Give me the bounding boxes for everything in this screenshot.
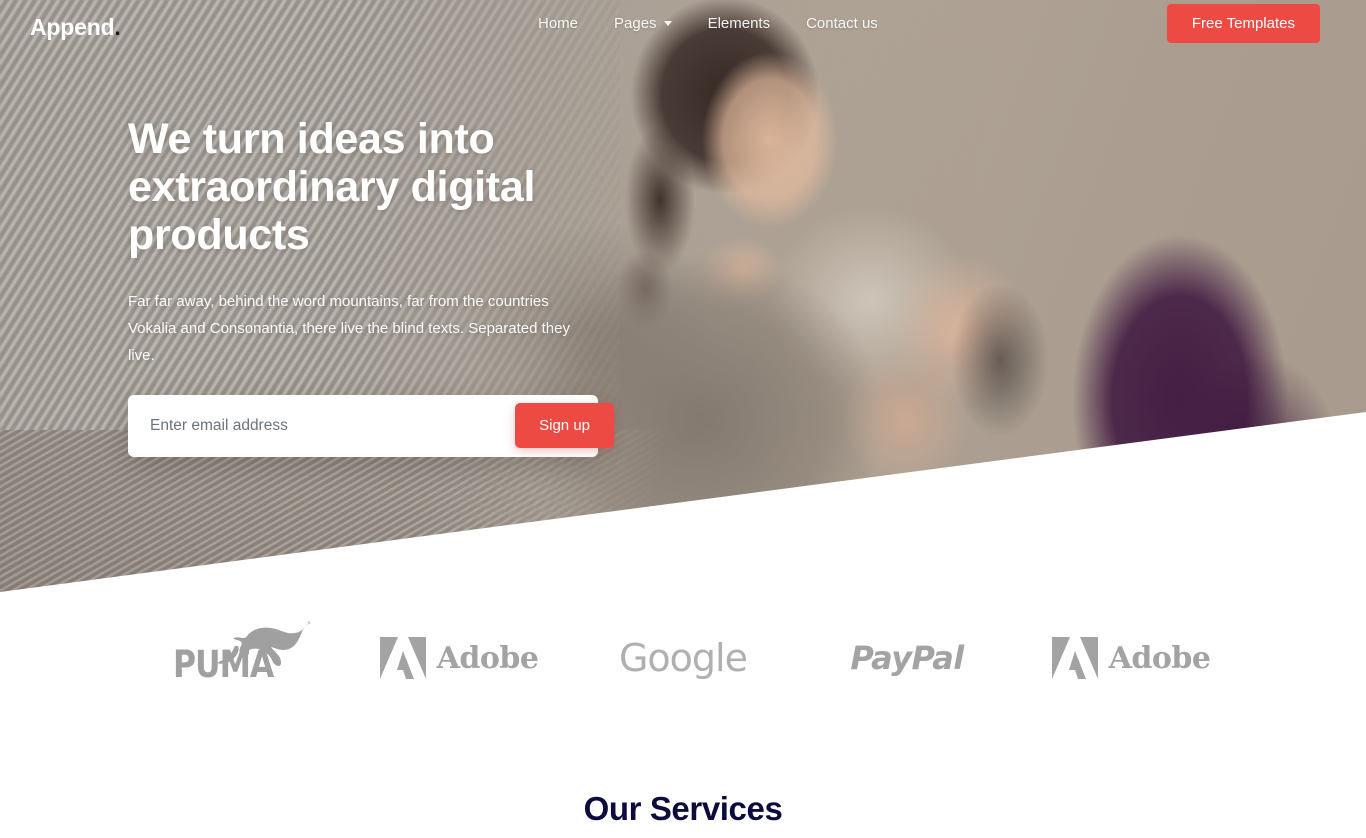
services-section: Our Services (0, 790, 1366, 828)
logo-adobe-2: Adobe (1019, 608, 1243, 708)
adobe-logo-text-2: Adobe (1108, 640, 1211, 676)
adobe-logo-1: Adobe (379, 637, 539, 679)
nav-links: Home Pages Elements Contact us (520, 15, 896, 32)
sign-up-button[interactable]: Sign up (515, 403, 614, 448)
logo-puma: PUMA (123, 608, 347, 708)
nav-item-contact-us-label: Contact us (806, 15, 878, 32)
nav-item-pages[interactable]: Pages (596, 15, 690, 32)
logo-google: Google (571, 608, 795, 708)
brand-logo[interactable]: Append. (30, 14, 121, 41)
brand-logo-name: Append (30, 14, 115, 40)
nav-item-pages-label: Pages (614, 15, 657, 32)
client-logos-row: PUMA Adobe Google PayPal Adobe (0, 608, 1366, 708)
google-logo-text: Google (618, 636, 748, 680)
services-title: Our Services (583, 790, 783, 827)
email-input[interactable] (150, 417, 450, 435)
email-signup-form: Sign up (128, 395, 614, 457)
landing-page: Append. Home Pages Elements Contact us F… (0, 0, 1366, 838)
nav-item-elements[interactable]: Elements (690, 15, 789, 32)
chevron-down-icon (663, 21, 672, 26)
hero-content: We turn ideas into extraordinary digital… (128, 115, 648, 370)
brand-logo-dot: . (114, 14, 121, 40)
top-navigation-bar: Append. Home Pages Elements Contact us F… (0, 0, 1366, 52)
adobe-a-icon (379, 637, 426, 679)
puma-logo-mark: PUMA (172, 621, 311, 693)
nav-item-home-label: Home (538, 15, 579, 32)
nav-item-home[interactable]: Home (520, 15, 596, 32)
logo-paypal: PayPal (795, 608, 1019, 708)
hero-headline: We turn ideas into extraordinary digital… (128, 115, 536, 260)
adobe-logo-text-1: Adobe (436, 640, 539, 676)
puma-logo-text: PUMA (172, 643, 274, 687)
logo-adobe-1: Adobe (347, 608, 571, 708)
hero-subtext: Far far away, behind the word mountains,… (128, 293, 570, 364)
free-templates-button[interactable]: Free Templates (1166, 4, 1320, 43)
nav-item-contact-us[interactable]: Contact us (788, 15, 896, 32)
adobe-logo-2: Adobe (1051, 637, 1211, 679)
nav-item-elements-label: Elements (707, 15, 771, 32)
paypal-logo-text: PayPal (850, 639, 964, 677)
adobe-a-icon (1051, 637, 1098, 679)
